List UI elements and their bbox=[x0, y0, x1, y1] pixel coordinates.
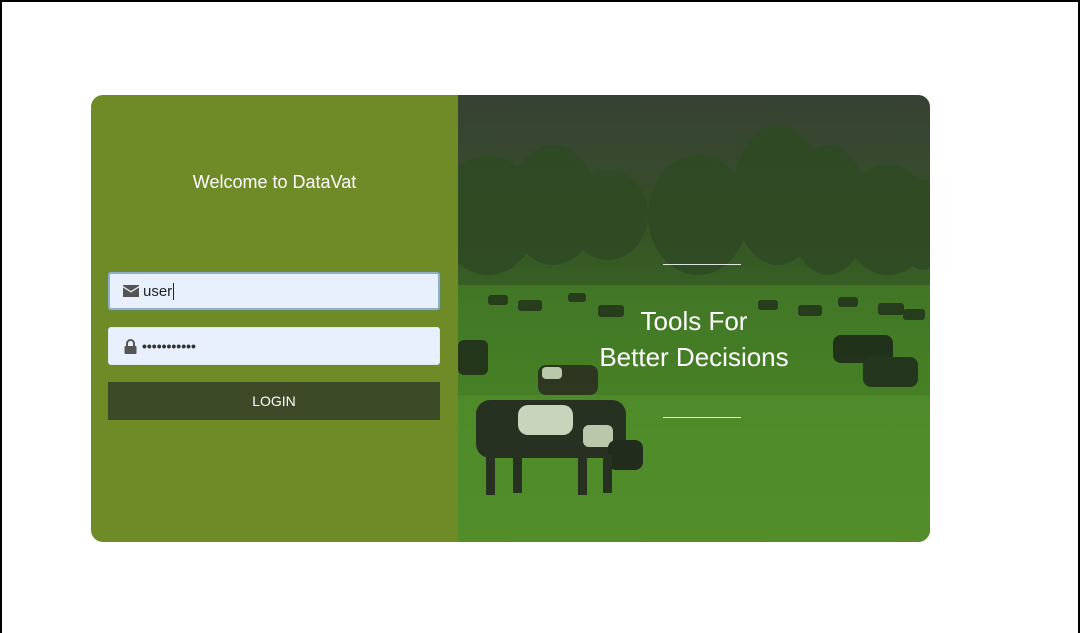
username-field[interactable]: user bbox=[108, 272, 440, 310]
username-value: user bbox=[143, 282, 173, 300]
lock-icon bbox=[122, 338, 138, 354]
tagline-divider-top bbox=[663, 264, 741, 265]
username-value-wrap: user bbox=[143, 282, 175, 300]
hero-tagline: Tools For Better Decisions bbox=[458, 303, 930, 375]
welcome-heading: Welcome to DataVat bbox=[192, 172, 357, 192]
text-caret bbox=[173, 282, 175, 300]
hero-panel: Tools For Better Decisions bbox=[458, 95, 930, 542]
password-mask: ••••••••••• bbox=[142, 338, 196, 354]
tagline-line-2: Better Decisions bbox=[599, 342, 789, 372]
login-button[interactable]: LOGIN bbox=[108, 382, 440, 420]
login-card: Welcome to DataVat user ••••••••••• LOGI… bbox=[91, 95, 930, 542]
tagline-divider-bottom bbox=[663, 417, 741, 418]
password-field[interactable]: ••••••••••• bbox=[108, 327, 440, 365]
login-panel: Welcome to DataVat user ••••••••••• LOGI… bbox=[91, 95, 458, 542]
tagline-line-1: Tools For bbox=[640, 306, 748, 336]
envelope-icon bbox=[123, 283, 139, 299]
